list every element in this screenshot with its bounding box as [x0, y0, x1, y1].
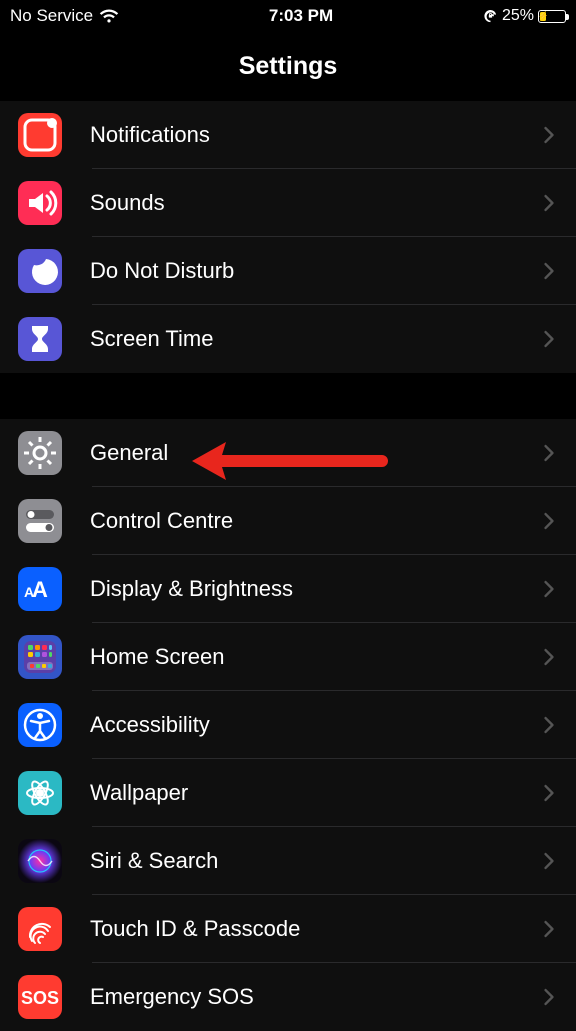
settings-row-screentime[interactable]: Screen Time	[0, 305, 576, 373]
chevron-right-icon	[540, 573, 558, 605]
settings-row-label: Sounds	[90, 190, 540, 216]
fingerprint-icon	[18, 907, 62, 951]
wallpaper-icon	[18, 771, 62, 815]
settings-row-siri[interactable]: Siri & Search	[0, 827, 576, 895]
settings-row-accessibility[interactable]: Accessibility	[0, 691, 576, 759]
chevron-right-icon	[540, 437, 558, 469]
settings-row-label: General	[90, 440, 540, 466]
settings-row-controlcentre[interactable]: Control Centre	[0, 487, 576, 555]
switches-icon	[18, 499, 62, 543]
sounds-icon	[18, 181, 62, 225]
siri-icon	[18, 839, 62, 883]
clock: 7:03 PM	[269, 6, 333, 26]
moon-icon	[18, 249, 62, 293]
homescreen-icon	[18, 635, 62, 679]
hourglass-icon	[18, 317, 62, 361]
chevron-right-icon	[540, 981, 558, 1013]
settings-row-wallpaper[interactable]: Wallpaper	[0, 759, 576, 827]
settings-row-notifications[interactable]: Notifications	[0, 101, 576, 169]
settings-row-label: Siri & Search	[90, 848, 540, 874]
settings-row-label: Screen Time	[90, 326, 540, 352]
settings-row-general[interactable]: General	[0, 419, 576, 487]
wifi-icon	[99, 9, 119, 24]
settings-row-sounds[interactable]: Sounds	[0, 169, 576, 237]
status-bar: No Service 7:03 PM 25% ⚡	[0, 0, 576, 32]
chevron-right-icon	[540, 777, 558, 809]
settings-row-label: Home Screen	[90, 644, 540, 670]
chevron-right-icon	[540, 709, 558, 741]
chevron-right-icon	[540, 641, 558, 673]
chevron-right-icon	[540, 505, 558, 537]
chevron-right-icon	[540, 119, 558, 151]
settings-row-homescreen[interactable]: Home Screen	[0, 623, 576, 691]
settings-row-label: Control Centre	[90, 508, 540, 534]
orientation-lock-icon	[483, 9, 498, 24]
settings-row-label: Emergency SOS	[90, 984, 540, 1010]
chevron-right-icon	[540, 187, 558, 219]
chevron-right-icon	[540, 845, 558, 877]
settings-row-label: Touch ID & Passcode	[90, 916, 540, 942]
gear-icon	[18, 431, 62, 475]
battery-pct: 25%	[502, 7, 534, 25]
service-text: No Service	[10, 6, 93, 26]
battery-icon: ⚡	[538, 10, 566, 23]
settings-row-dnd[interactable]: Do Not Disturb	[0, 237, 576, 305]
settings-list: Notifications Sounds Do Not Disturb Screen …	[0, 101, 576, 1031]
sos-icon	[18, 975, 62, 1019]
chevron-right-icon	[540, 913, 558, 945]
settings-row-sos[interactable]: Emergency SOS	[0, 963, 576, 1031]
settings-row-label: Accessibility	[90, 712, 540, 738]
notifications-icon	[18, 113, 62, 157]
settings-row-touchid[interactable]: Touch ID & Passcode	[0, 895, 576, 963]
chevron-right-icon	[540, 255, 558, 287]
settings-row-label: Notifications	[90, 122, 540, 148]
chevron-right-icon	[540, 323, 558, 355]
display-icon	[18, 567, 62, 611]
accessibility-icon	[18, 703, 62, 747]
settings-group: General Control Centre Display & Brightnes…	[0, 419, 576, 1031]
settings-row-label: Do Not Disturb	[90, 258, 540, 284]
page-title: Settings	[0, 32, 576, 101]
settings-group: Notifications Sounds Do Not Disturb Screen …	[0, 101, 576, 373]
settings-row-display[interactable]: Display & Brightness	[0, 555, 576, 623]
settings-row-label: Display & Brightness	[90, 576, 540, 602]
settings-row-label: Wallpaper	[90, 780, 540, 806]
